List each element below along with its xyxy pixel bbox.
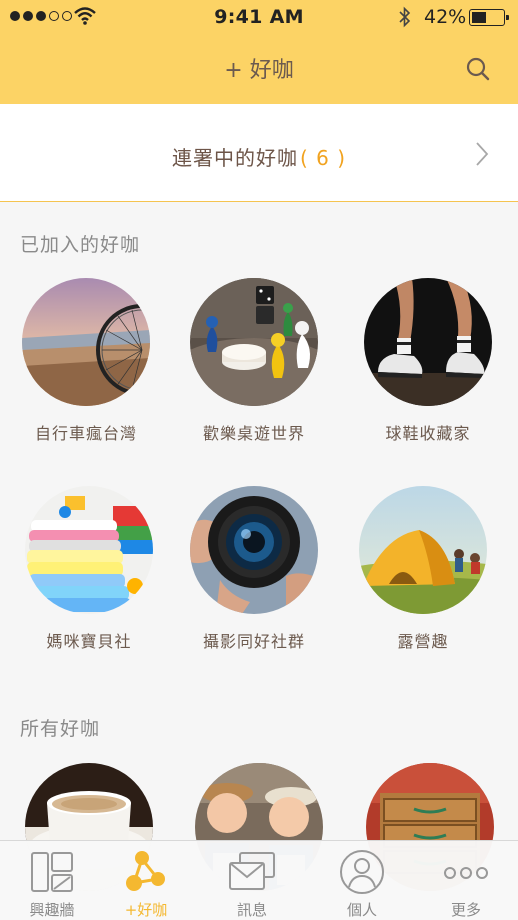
message-icon	[229, 852, 275, 890]
group-card[interactable]: 歡樂桌遊世界	[179, 278, 329, 444]
tab-label: +好咖	[124, 901, 168, 919]
tab-profile[interactable]: 個人	[312, 841, 412, 920]
tab-interest-wall[interactable]: 興趣牆	[2, 841, 102, 920]
bluetooth-icon	[399, 6, 411, 28]
battery-level	[472, 12, 487, 23]
petition-banner-label: 連署中的好咖	[171, 146, 298, 170]
page-title: + 好咖	[224, 58, 294, 83]
tab-label: 訊息	[236, 901, 267, 919]
group-cover-image	[359, 486, 487, 614]
all-section-title: 所有好咖	[20, 718, 101, 740]
group-cover-image	[22, 278, 150, 406]
tab-groups[interactable]: +好咖	[96, 841, 196, 920]
joined-section-title: 已加入的好咖	[20, 234, 141, 256]
tab-messages[interactable]: 訊息	[202, 841, 302, 920]
wall-icon	[31, 852, 73, 892]
tab-bar: 興趣牆 +好咖 訊息 個人 更多	[0, 840, 518, 920]
group-label: 露營趣	[397, 632, 449, 651]
tab-label: 興趣牆	[29, 901, 75, 919]
group-label: 自行車瘋台灣	[34, 424, 137, 443]
tab-more[interactable]: 更多	[416, 841, 516, 920]
group-cover-image	[190, 486, 318, 614]
group-card[interactable]: 自行車瘋台灣	[11, 278, 161, 444]
petition-count: ( 6 )	[299, 146, 347, 170]
tab-label: 更多	[450, 901, 481, 919]
group-card[interactable]: 露營趣	[348, 486, 498, 652]
group-label: 媽咪寶貝社	[46, 632, 132, 651]
group-card[interactable]: 媽咪寶貝社	[14, 486, 164, 652]
group-card[interactable]: 球鞋收藏家	[353, 278, 503, 444]
app-header: 9:41 AM 42% + 好咖	[0, 0, 518, 104]
group-label: 攝影同好社群	[202, 632, 305, 651]
group-label: 歡樂桌遊世界	[202, 424, 305, 443]
chevron-right-icon[interactable]	[474, 141, 490, 167]
battery-percent: 42%	[424, 6, 467, 28]
share-nodes-icon	[126, 851, 165, 891]
group-cover-image	[25, 486, 153, 614]
petition-banner-text[interactable]: 連署中的好咖( 6 )	[0, 142, 518, 171]
battery-icon	[469, 9, 509, 26]
profile-icon	[340, 850, 384, 894]
group-cover-image	[190, 278, 318, 406]
group-card[interactable]: 攝影同好社群	[179, 486, 329, 652]
tab-label: 個人	[346, 901, 377, 919]
status-bar: 9:41 AM 42%	[0, 0, 518, 34]
group-label: 球鞋收藏家	[385, 424, 471, 443]
more-icon	[444, 867, 488, 879]
search-icon[interactable]	[465, 56, 491, 82]
group-cover-image	[364, 278, 492, 406]
